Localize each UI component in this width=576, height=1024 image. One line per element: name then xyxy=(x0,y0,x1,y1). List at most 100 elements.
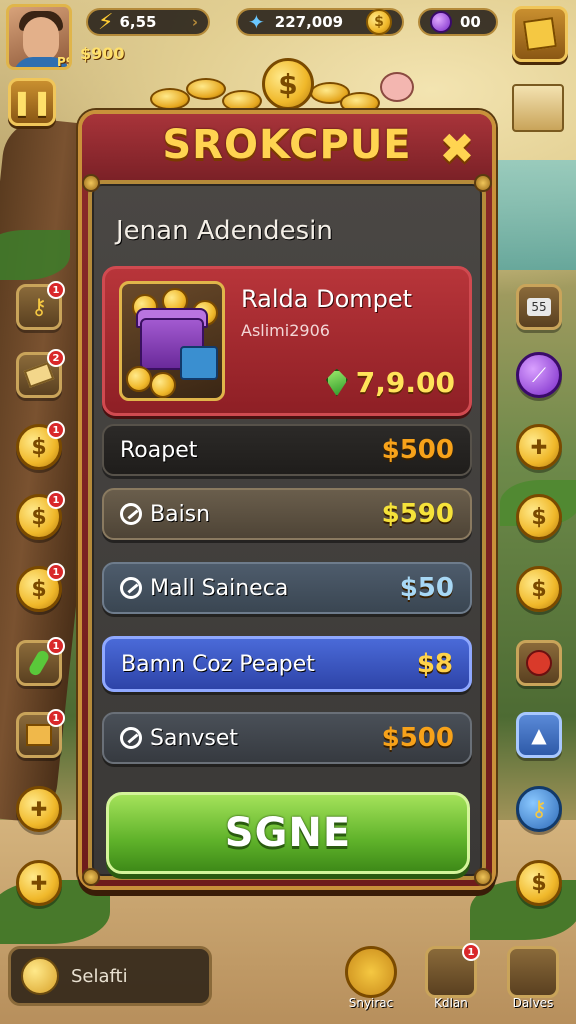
hammer-icon: 1 xyxy=(425,943,480,998)
side-coin-button-3[interactable]: $ 1 xyxy=(16,563,65,612)
shop-box-button[interactable] xyxy=(512,6,568,62)
energy-counter[interactable]: ⚡ 6,55 › xyxy=(86,8,210,36)
key-icon: ⚷ xyxy=(30,294,48,320)
map-piece-icon: ✚ xyxy=(30,871,48,895)
corner-rivet xyxy=(82,868,100,886)
close-icon: ✖ xyxy=(439,124,475,173)
green-gem-icon xyxy=(325,368,348,397)
side-calendar-button[interactable]: 55 xyxy=(516,284,562,330)
gem-value: 00 xyxy=(460,13,481,31)
shop-row[interactable]: Mall Saineca $50 xyxy=(102,562,472,614)
side-blue-box-button[interactable]: ▲ xyxy=(516,712,562,758)
notification-badge: 1 xyxy=(462,943,480,961)
notification-badge: 1 xyxy=(47,281,65,299)
box-icon xyxy=(523,17,557,51)
bottom-button-dalves[interactable]: Dalves xyxy=(502,946,564,1016)
gem-counter[interactable]: 00 xyxy=(418,8,498,36)
notification-badge: 2 xyxy=(47,349,65,367)
player-avatar[interactable]: P9 xyxy=(6,4,72,70)
shop-row[interactable]: Roapet $500 xyxy=(102,424,472,476)
coin-pile xyxy=(222,90,262,112)
featured-subtitle: Aslimi2906 xyxy=(241,321,330,340)
bottom-label: Snyirac xyxy=(348,996,394,1010)
corner-rivet xyxy=(82,174,100,192)
row-price: $8 xyxy=(416,649,453,679)
shop-row-selected[interactable]: Bamn Coz Peapet $8 xyxy=(102,636,472,692)
ticket-icon xyxy=(23,362,55,388)
coin-icon xyxy=(150,372,176,398)
shop-row[interactable]: Baisn $590 xyxy=(102,488,472,540)
sword-icon: ⟋ xyxy=(532,363,546,387)
sun-icon xyxy=(345,946,397,998)
row-label-wrap: Sanvset xyxy=(120,726,382,751)
coin-icon: $ xyxy=(31,434,47,460)
row-price: $50 xyxy=(399,573,454,603)
coin-icon: $ xyxy=(531,576,547,602)
search-icon xyxy=(120,503,142,525)
side-coin-button-5[interactable]: $ xyxy=(516,566,562,612)
notification-badge: 1 xyxy=(47,491,65,509)
side-map-button-3[interactable]: ✚ xyxy=(516,424,562,470)
side-crate-button[interactable]: 1 xyxy=(16,709,65,758)
bottom-button-snyirac[interactable]: Snyirac xyxy=(340,946,402,1016)
side-coin-button-4[interactable]: $ xyxy=(516,494,562,540)
upgrade-arrow-icon: ▲ xyxy=(531,723,547,747)
coin-icon xyxy=(126,366,152,392)
blue-key-icon: ✦ xyxy=(248,10,265,34)
side-key-blue-button[interactable]: ⚷ xyxy=(516,786,562,832)
row-label: Baisn xyxy=(150,501,211,527)
search-icon xyxy=(120,577,142,599)
side-coin-button-1[interactable]: $ 1 xyxy=(16,421,65,470)
gold-counter[interactable]: ✦ 227,009 $ xyxy=(236,8,404,36)
featured-price: 7,9.00 xyxy=(325,366,455,399)
shop-row[interactable]: Sanvset $500 xyxy=(102,712,472,764)
bottom-label: Dalves xyxy=(512,996,554,1010)
map-piece-icon: ✚ xyxy=(30,797,48,821)
energy-value: 6,55 xyxy=(119,13,157,31)
side-map-button-1[interactable]: ✚ xyxy=(16,786,62,832)
row-label: Mall Saineca xyxy=(150,575,289,601)
coin-icon: $ xyxy=(31,576,47,602)
section-title: Jenan Adendesin xyxy=(116,216,333,246)
corner-rivet xyxy=(474,174,492,192)
side-map-button-2[interactable]: ✚ xyxy=(16,860,62,906)
side-purple-button[interactable]: ⟋ xyxy=(516,352,562,398)
calendar-value: 55 xyxy=(527,298,551,316)
side-key-button[interactable]: ⚷ 1 xyxy=(16,281,65,330)
bottom-label: Kdlan xyxy=(434,996,468,1010)
row-label-wrap: Baisn xyxy=(120,502,382,527)
notification-badge: 1 xyxy=(47,637,65,655)
fruit-icon xyxy=(526,650,552,676)
player-level: P9 xyxy=(57,55,69,69)
pig-mascot-icon xyxy=(380,72,414,102)
side-ticket-button[interactable]: 2 xyxy=(16,349,65,398)
cash-amount: $900 xyxy=(80,44,125,63)
row-label-wrap: Mall Saineca xyxy=(120,576,400,601)
side-coin-button-6[interactable]: $ xyxy=(516,860,562,906)
treasure-chest-image xyxy=(119,281,225,401)
chat-box[interactable]: Selafti xyxy=(8,946,212,1006)
lightning-icon: ⚡ xyxy=(98,9,114,35)
bottom-button-kdlan[interactable]: 1 Kdlan xyxy=(420,943,482,1016)
golden-key-icon: ⚷ xyxy=(530,796,548,822)
featured-offer[interactable]: Ralda Dompet Aslimi2906 7,9.00 xyxy=(102,266,472,416)
pause-button[interactable]: ❚❚ xyxy=(8,78,56,126)
side-pepper-button[interactable]: 1 xyxy=(16,637,65,686)
gift-box-icon[interactable] xyxy=(512,84,564,132)
confirm-button[interactable]: SGNE xyxy=(106,792,470,874)
side-coin-button-2[interactable]: $ 1 xyxy=(16,491,65,540)
map-piece-icon: ✚ xyxy=(530,435,548,459)
pepper-icon xyxy=(27,648,51,678)
close-button[interactable]: ✖ xyxy=(436,128,478,170)
chat-avatar-icon xyxy=(21,957,59,995)
crate-icon xyxy=(26,724,52,746)
row-price: $500 xyxy=(381,723,454,753)
row-label: Sanvset xyxy=(150,725,239,751)
coin-icon: $ xyxy=(31,504,47,530)
side-fruit-button[interactable] xyxy=(516,640,562,686)
featured-price-value: 7,9.00 xyxy=(355,366,455,399)
basket-icon xyxy=(180,346,218,380)
big-coin-icon: $ xyxy=(262,58,314,110)
row-label: Roapet xyxy=(120,437,198,463)
featured-name: Ralda Dompet xyxy=(241,285,413,313)
